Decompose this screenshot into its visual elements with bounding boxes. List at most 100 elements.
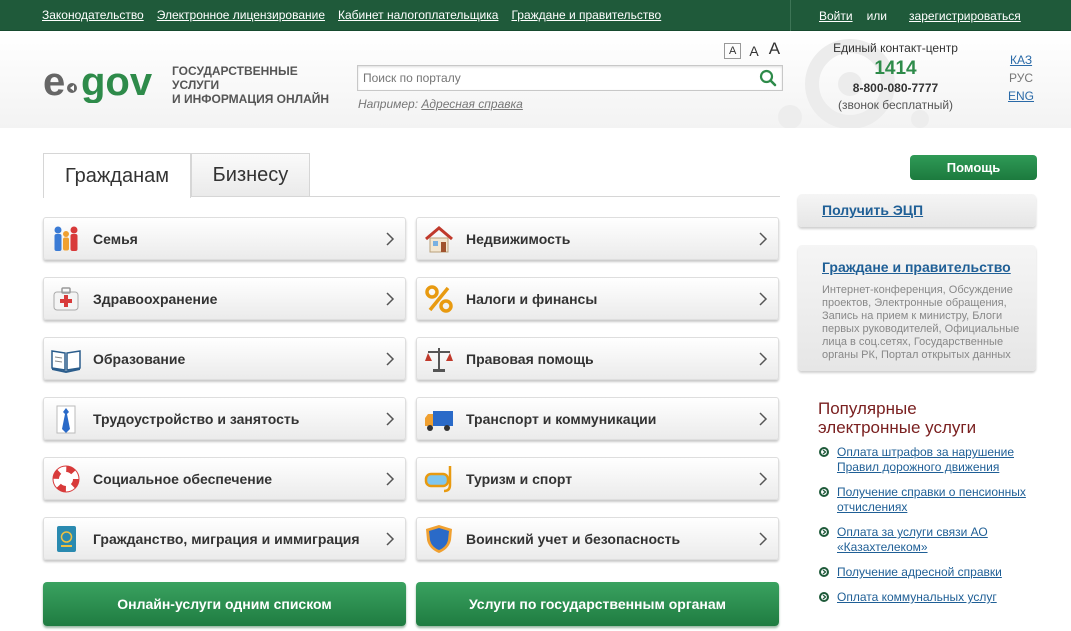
logo-tagline: ГОСУДАРСТВЕННЫЕ УСЛУГИ И ИНФОРМАЦИЯ ОНЛА… xyxy=(172,64,347,106)
truck-icon xyxy=(425,411,453,431)
service-label: Правовая помощь xyxy=(466,350,594,367)
service-transport[interactable]: Транспорт и коммуникации xyxy=(416,397,779,440)
book-icon xyxy=(51,350,81,373)
citizens-government-description: Интернет-конференция, Обсуждение проекто… xyxy=(822,284,1020,361)
register-link[interactable]: зарегистрироваться xyxy=(909,9,1021,23)
services-by-agency-button[interactable]: Услуги по государственным органам xyxy=(416,582,779,626)
service-label: Гражданство, миграция и иммиграция xyxy=(93,530,360,547)
chevron-right-icon xyxy=(386,232,395,246)
service-label: Недвижимость xyxy=(466,230,571,247)
popular-item[interactable]: Оплата штрафов за нарушение Правил дорож… xyxy=(818,445,1037,475)
auth-area: Войти или зарегистрироваться xyxy=(790,0,1021,31)
example-prefix: Например: xyxy=(358,97,419,111)
lang-eng[interactable]: ENG xyxy=(1008,89,1034,103)
ecp-box: Получить ЭЦП xyxy=(798,194,1036,227)
lang-kaz[interactable]: КАЗ xyxy=(1010,53,1032,67)
popular-item-link[interactable]: Оплата коммунальных услуг xyxy=(837,590,1037,605)
service-label: Здравоохранение xyxy=(93,290,218,307)
chevron-right-icon xyxy=(386,472,395,486)
chevron-right-icon xyxy=(759,532,768,546)
popular-item[interactable]: Оплата коммунальных услуг xyxy=(818,590,1037,605)
search-example: Например: Адресная справка xyxy=(358,97,523,111)
tab-citizens[interactable]: Гражданам xyxy=(43,153,191,198)
passport-icon xyxy=(57,526,76,552)
lang-rus[interactable]: РУС xyxy=(1009,71,1033,85)
service-tourism[interactable]: Туризм и спорт xyxy=(416,457,779,500)
font-size-switcher: A A A xyxy=(724,39,782,59)
first-aid-icon xyxy=(53,287,79,311)
popular-item[interactable]: Получение справки о пенсионных отчислени… xyxy=(818,485,1037,515)
chevron-right-icon xyxy=(386,292,395,306)
service-real-estate[interactable]: Недвижимость xyxy=(416,217,779,260)
chevron-right-icon xyxy=(759,472,768,486)
service-taxes[interactable]: Налоги и финансы xyxy=(416,277,779,320)
chevron-right-icon xyxy=(759,352,768,366)
popular-title-line2: электронные услуги xyxy=(818,418,977,437)
house-icon xyxy=(425,226,453,253)
service-label: Туризм и спорт xyxy=(466,470,573,487)
tab-business[interactable]: Бизнесу xyxy=(191,153,310,197)
search-input[interactable] xyxy=(358,66,748,90)
bullet-icon xyxy=(819,447,829,457)
login-link[interactable]: Войти xyxy=(819,9,853,23)
get-ecp-link[interactable]: Получить ЭЦП xyxy=(822,202,923,218)
contact-phone: 8-800-080-7777 xyxy=(852,81,939,95)
service-healthcare[interactable]: Здравоохранение xyxy=(43,277,406,320)
percent-icon xyxy=(425,285,453,313)
svg-text:e: e xyxy=(43,60,65,103)
service-military[interactable]: Воинский учет и безопасность xyxy=(416,517,779,560)
font-size-large-button[interactable]: A xyxy=(767,39,782,59)
popular-item-link[interactable]: Получение справки о пенсионных отчислени… xyxy=(837,485,1037,515)
popular-item-link[interactable]: Получение адресной справки xyxy=(837,565,1037,580)
popular-item[interactable]: Оплата за услуги связи АО «Казахтелеком» xyxy=(818,525,1037,555)
service-label: Транспорт и коммуникации xyxy=(466,410,657,427)
search-box xyxy=(357,65,783,91)
bullet-icon xyxy=(819,567,829,577)
family-icon xyxy=(54,226,78,251)
contact-center: Единый контакт-центр 1414 8-800-080-7777… xyxy=(818,41,973,112)
service-label: Воинский учет и безопасность xyxy=(466,530,681,547)
contact-short-number: 1414 xyxy=(874,58,917,79)
popular-item[interactable]: Получение адресной справки xyxy=(818,565,1037,580)
top-link-citizens-government[interactable]: Граждане и правительство xyxy=(511,8,661,22)
search-icon[interactable] xyxy=(759,69,777,87)
popular-title-line1: Популярные xyxy=(818,399,917,418)
bullet-icon xyxy=(819,487,829,497)
citizens-government-link[interactable]: Граждане и правительство xyxy=(822,259,1011,275)
diving-mask-icon xyxy=(424,466,452,493)
service-label: Социальное обеспечение xyxy=(93,470,273,487)
bullet-icon xyxy=(819,592,829,602)
service-social[interactable]: Социальное обеспечение xyxy=(43,457,406,500)
service-employment[interactable]: Трудоустройство и занятость xyxy=(43,397,406,440)
service-legal-aid[interactable]: Правовая помощь xyxy=(416,337,779,380)
font-size-medium-button[interactable]: A xyxy=(747,43,760,59)
language-switcher: КАЗ РУС ENG xyxy=(1008,53,1034,103)
tie-icon xyxy=(56,405,76,434)
service-label: Трудоустройство и занятость xyxy=(93,410,300,427)
top-link-licensing[interactable]: Электронное лицензирование xyxy=(157,8,325,22)
popular-services-title: Популярные электронные услуги xyxy=(818,399,1038,437)
chevron-right-icon xyxy=(759,232,768,246)
top-links: Законодательство Электронное лицензирова… xyxy=(42,8,674,22)
top-link-taxpayer-cabinet[interactable]: Кабинет налогоплательщика xyxy=(338,8,498,22)
chevron-right-icon xyxy=(759,412,768,426)
scales-icon xyxy=(425,348,453,372)
auth-or: или xyxy=(866,8,888,23)
font-size-small-button[interactable]: A xyxy=(724,43,742,59)
bullet-icon xyxy=(819,527,829,537)
service-label: Семья xyxy=(93,230,138,247)
example-link[interactable]: Адресная справка xyxy=(421,97,522,111)
service-citizenship[interactable]: Гражданство, миграция и иммиграция xyxy=(43,517,406,560)
lifebuoy-icon xyxy=(52,465,80,493)
online-services-list-button[interactable]: Онлайн-услуги одним списком xyxy=(43,582,406,626)
popular-item-link[interactable]: Оплата за услуги связи АО «Казахтелеком» xyxy=(837,525,1037,555)
popular-item-link[interactable]: Оплата штрафов за нарушение Правил дорож… xyxy=(837,445,1037,475)
help-button[interactable]: Помощь xyxy=(910,155,1037,180)
service-family[interactable]: Семья xyxy=(43,217,406,260)
top-link-legislation[interactable]: Законодательство xyxy=(42,8,144,22)
service-education[interactable]: Образование xyxy=(43,337,406,380)
egov-logo-icon[interactable]: e gov xyxy=(43,57,163,103)
contact-note: (звонок бесплатный) xyxy=(837,98,954,112)
svg-text:gov: gov xyxy=(81,60,153,103)
shield-icon xyxy=(426,525,452,553)
